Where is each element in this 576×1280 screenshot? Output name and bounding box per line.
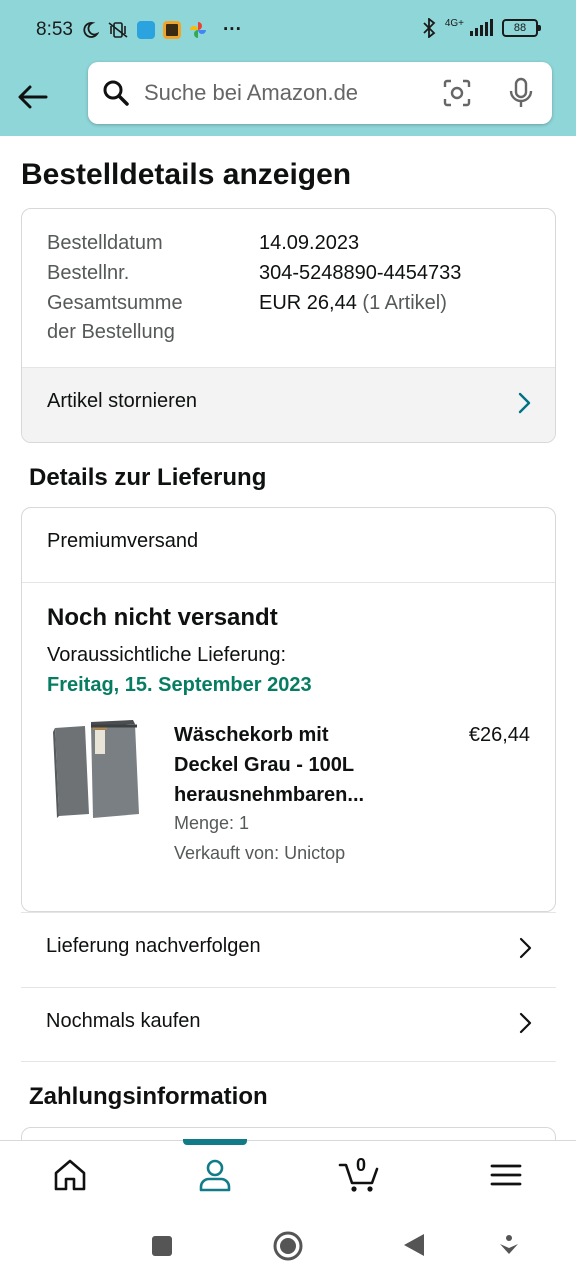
product-image[interactable] xyxy=(51,720,143,820)
microphone-icon[interactable] xyxy=(506,77,536,109)
home-icon[interactable] xyxy=(50,1155,90,1195)
app-header xyxy=(0,62,576,136)
chevron-right-icon xyxy=(519,1012,532,1034)
product-title[interactable]: Wäschekorb mit Deckel Grau - 100L heraus… xyxy=(174,720,404,810)
search-bar[interactable] xyxy=(88,62,552,124)
menu-icon[interactable] xyxy=(486,1155,526,1195)
delivery-section-title: Details zur Lieferung xyxy=(29,464,267,491)
product-seller: Verkauft von: Unictop xyxy=(174,843,346,863)
status-bar: 8:53 ··· 4G+ 88 xyxy=(0,0,576,62)
camera-scan-icon[interactable] xyxy=(442,78,472,108)
order-item-count: (1 Artikel) xyxy=(362,292,447,314)
shipment-status: Noch nicht versandt xyxy=(47,604,278,631)
signal-icon xyxy=(470,19,493,36)
payment-card xyxy=(21,1127,556,1140)
cancel-items-row[interactable]: Artikel stornieren xyxy=(22,367,555,442)
product-price: €26,44 xyxy=(468,724,530,746)
back-button-icon[interactable] xyxy=(402,1232,426,1258)
track-delivery-label: Lieferung nachverfolgen xyxy=(46,935,261,957)
account-icon[interactable] xyxy=(195,1155,235,1195)
bottom-navigation: 0 xyxy=(0,1139,576,1212)
product-title-line: Deckel Grau - 100L xyxy=(174,754,355,776)
system-navigation-bar xyxy=(0,1212,576,1280)
shipping-type: Premiumversand xyxy=(47,530,199,552)
back-arrow-icon[interactable] xyxy=(16,80,50,114)
bluetooth-icon xyxy=(423,18,436,38)
buy-again-label: Nochmals kaufen xyxy=(46,1010,201,1032)
active-tab-indicator xyxy=(183,1139,247,1145)
payment-section-title: Zahlungsinformation xyxy=(29,1083,268,1110)
chevron-right-icon xyxy=(519,937,532,959)
divider xyxy=(22,582,555,583)
track-delivery-row[interactable]: Lieferung nachverfolgen xyxy=(21,912,556,986)
order-summary-card: Bestelldatum 14.09.2023 Bestellnr. 304-5… xyxy=(21,208,556,443)
assistant-icon[interactable] xyxy=(498,1234,520,1256)
page-title: Bestelldetails anzeigen xyxy=(21,158,352,191)
status-overflow: ··· xyxy=(222,19,242,40)
order-date-value: 14.09.2023 xyxy=(259,232,360,254)
divider xyxy=(21,1061,556,1062)
order-total-label-line1: Gesamtsumme xyxy=(47,292,183,314)
moon-icon xyxy=(83,22,99,38)
cancel-items-label: Artikel stornieren xyxy=(47,390,198,412)
app-notification-icon xyxy=(162,21,181,39)
buy-again-row[interactable]: Nochmals kaufen xyxy=(21,987,556,1061)
order-total-value: EUR 26,44 xyxy=(259,292,357,314)
delivery-card: Premiumversand Noch nicht versandt Vorau… xyxy=(21,507,556,912)
cart-count: 0 xyxy=(356,1155,367,1175)
status-left: 8:53 ··· xyxy=(36,19,242,41)
order-date-label: Bestelldatum xyxy=(47,232,163,254)
order-number-value: 304-5248890-4454733 xyxy=(259,262,462,284)
search-input[interactable] xyxy=(144,80,424,106)
product-quantity: Menge: 1 xyxy=(174,813,250,833)
network-type: 4G+ xyxy=(444,17,464,29)
chevron-right-icon xyxy=(518,392,531,414)
status-time: 8:53 xyxy=(36,19,73,40)
recent-apps-icon[interactable] xyxy=(150,1234,174,1258)
product-title-line: Wäschekorb mit xyxy=(174,724,329,746)
search-icon xyxy=(103,80,129,106)
telegram-icon xyxy=(136,21,155,39)
photos-icon xyxy=(189,22,206,38)
order-details-content: Bestelldetails anzeigen Bestelldatum 14.… xyxy=(0,136,576,1140)
eta-label: Voraussichtliche Lieferung: xyxy=(47,644,287,666)
status-right: 4G+ 88 xyxy=(421,17,541,38)
order-total-label-line2: der Bestellung xyxy=(47,321,175,343)
product-title-line: herausnehmbaren... xyxy=(174,784,365,806)
order-number-label: Bestellnr. xyxy=(47,262,130,284)
battery-level: 88 xyxy=(513,22,527,34)
eta-date: Freitag, 15. September 2023 xyxy=(47,674,312,696)
battery-indicator: 88 xyxy=(502,19,541,37)
vibrate-mute-icon xyxy=(108,22,128,38)
home-button-icon[interactable] xyxy=(272,1230,304,1262)
order-total-value-wrap: EUR 26,44 (1 Artikel) xyxy=(259,288,447,318)
